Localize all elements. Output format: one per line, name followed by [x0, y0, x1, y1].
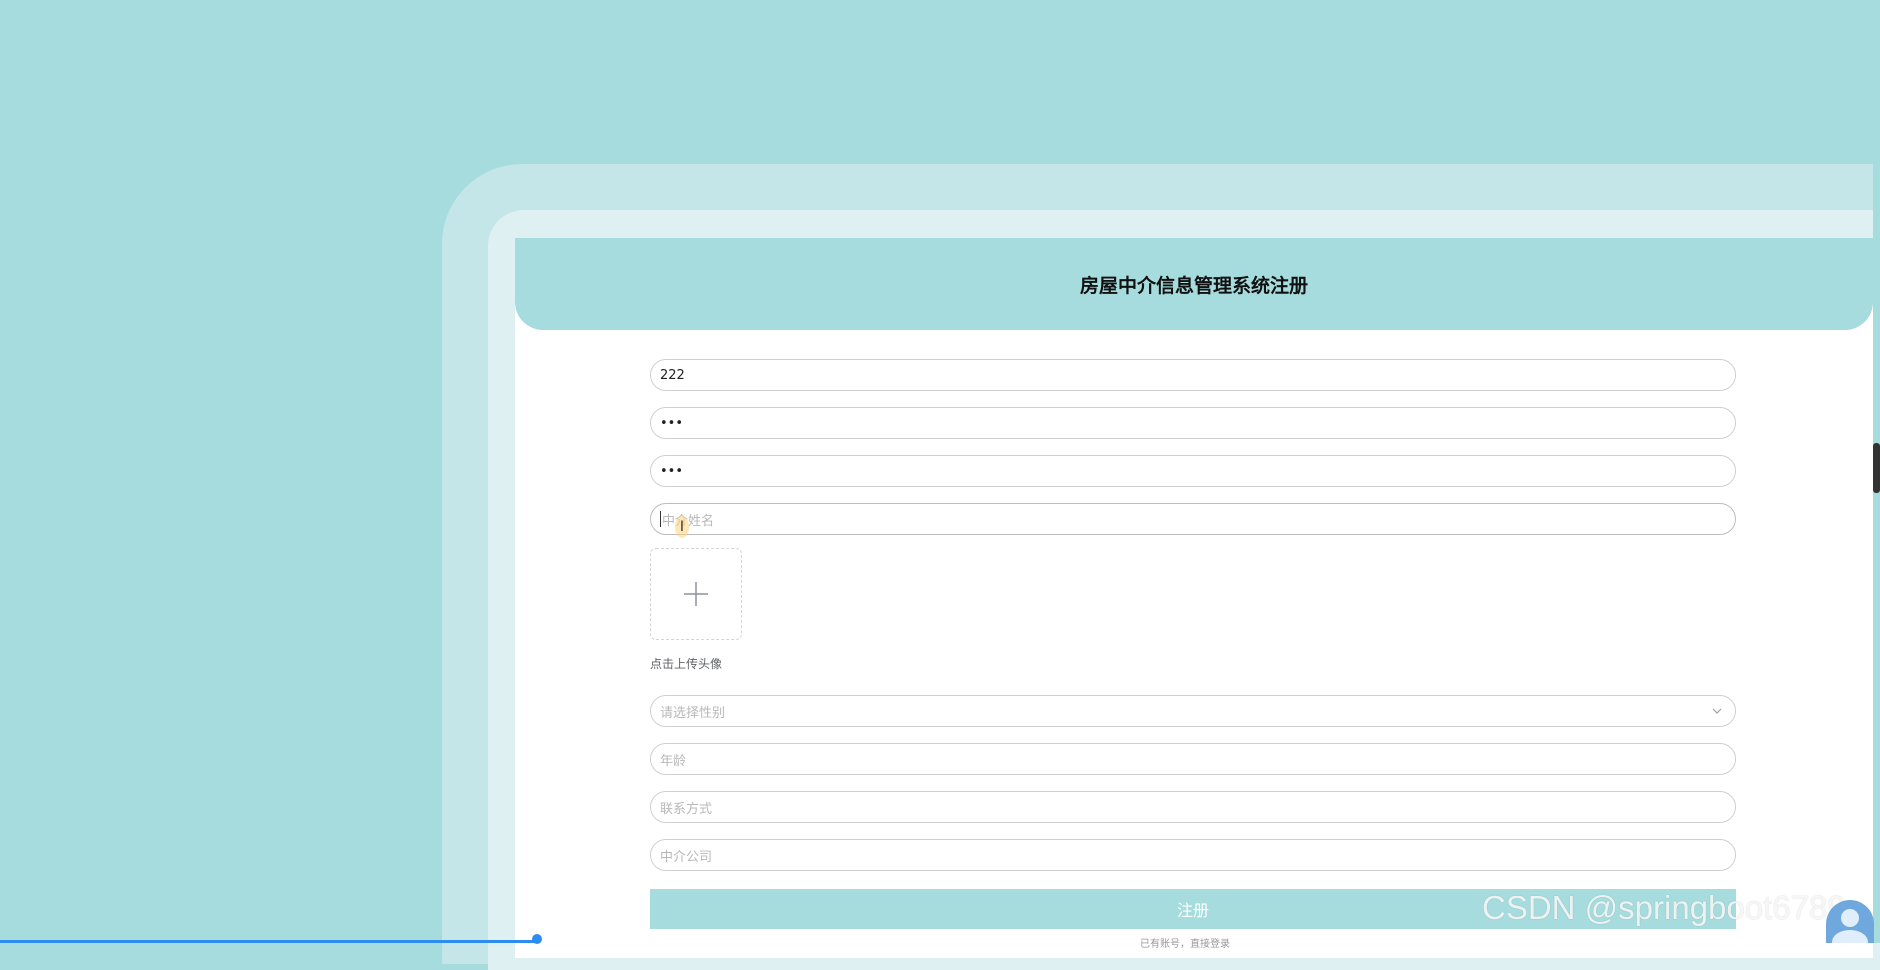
- avatar-icon[interactable]: [1826, 900, 1874, 943]
- avatar-upload-label: 点击上传头像: [650, 657, 723, 671]
- company-placeholder: 中介公司: [660, 849, 713, 865]
- card-header: 房屋中介信息管理系统注册: [515, 238, 1873, 330]
- page-title: 房屋中介信息管理系统注册: [1079, 274, 1308, 297]
- name-input[interactable]: 中介姓名: [650, 503, 1736, 535]
- text-caret: [660, 511, 661, 527]
- account-value: 222: [660, 367, 685, 383]
- company-input[interactable]: 中介公司: [650, 839, 1736, 871]
- watermark: CSDN @springboot6789: [1482, 889, 1846, 926]
- contact-input[interactable]: 联系方式: [650, 791, 1736, 823]
- password-input[interactable]: •••: [650, 407, 1736, 439]
- password-value: •••: [660, 415, 684, 431]
- plus-icon: [684, 582, 708, 606]
- text-cursor-icon: I: [675, 516, 689, 538]
- user-icon: [1832, 909, 1868, 943]
- gender-placeholder: 请选择性别: [660, 705, 726, 721]
- age-placeholder: 年龄: [660, 753, 687, 769]
- gender-select[interactable]: 请选择性别: [650, 695, 1736, 727]
- avatar-upload-button[interactable]: [650, 548, 742, 640]
- chevron-down-icon: [1712, 708, 1722, 714]
- account-input[interactable]: 222: [650, 359, 1736, 391]
- age-input[interactable]: 年龄: [650, 743, 1736, 775]
- scrollbar-thumb[interactable]: [1873, 443, 1880, 493]
- confirm-password-input[interactable]: •••: [650, 455, 1736, 487]
- contact-placeholder: 联系方式: [660, 801, 713, 817]
- confirm-password-value: •••: [660, 463, 684, 479]
